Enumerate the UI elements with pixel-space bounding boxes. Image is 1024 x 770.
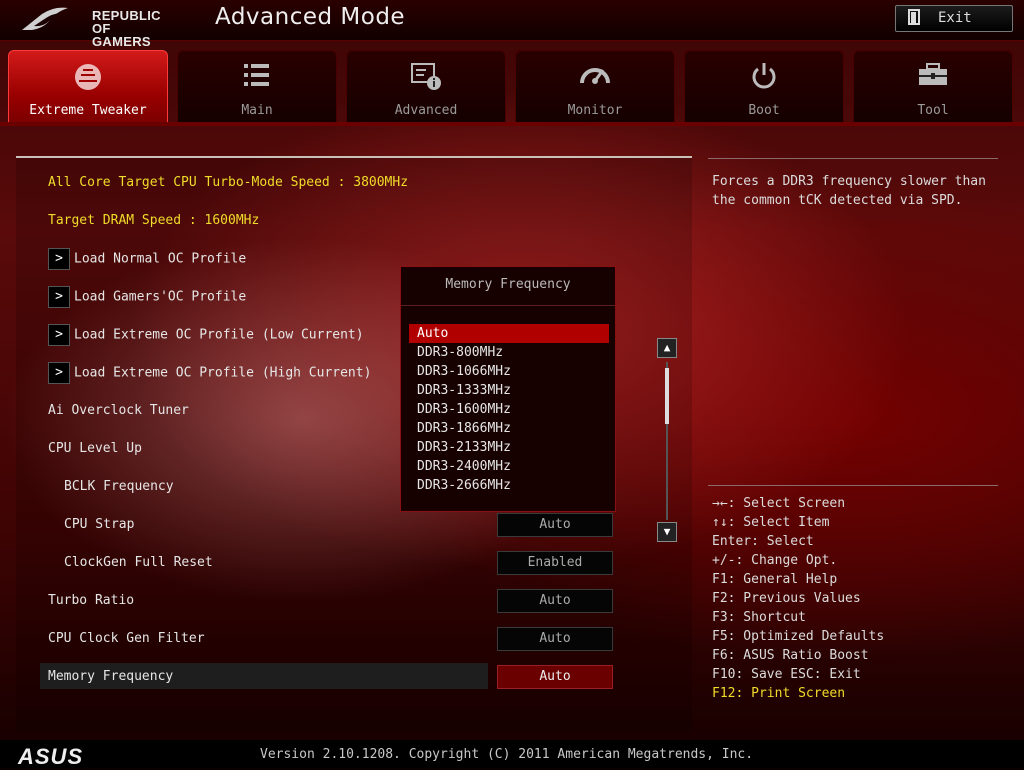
rog-logo: REPUBLIC OF GAMERS — [20, 4, 180, 48]
option-ddr3-1066[interactable]: DDR3-1066MHz — [409, 362, 609, 381]
gauge-icon — [516, 61, 674, 95]
logo-text: REPUBLIC OF GAMERS — [92, 9, 180, 48]
key-hint: +/-: Change Opt. — [712, 553, 838, 568]
tab-main[interactable]: Main — [177, 50, 337, 122]
target-dram-speed: Target DRAM Speed : 1600MHz — [48, 213, 260, 228]
bclk-frequency[interactable]: BCLK Frequency — [64, 479, 174, 494]
key-hint: ↑↓: Select Item — [712, 515, 830, 530]
memory-frequency-popup: Memory Frequency Auto DDR3-800MHz DDR3-1… — [400, 266, 616, 512]
page-title: Advanced Mode — [215, 4, 406, 30]
submenu-arrow-icon: > — [48, 248, 70, 270]
clockgen-full-reset-label: ClockGen Full Reset — [64, 555, 213, 570]
load-normal-oc-profile[interactable]: > Load Normal OC Profile — [48, 248, 246, 270]
logo-line1: REPUBLIC OF — [92, 8, 161, 36]
tab-label: Extreme Tweaker — [29, 103, 147, 118]
power-icon — [685, 61, 843, 95]
popup-divider — [401, 305, 615, 306]
tab-extreme-tweaker[interactable]: Extreme Tweaker — [8, 50, 168, 124]
tab-monitor[interactable]: Monitor — [515, 50, 675, 122]
tab-label: Main — [241, 103, 273, 118]
option-ddr3-1333[interactable]: DDR3-1333MHz — [409, 381, 609, 400]
memory-frequency-value[interactable]: Auto — [497, 665, 613, 689]
submenu-arrow-icon: > — [48, 362, 70, 384]
tweaker-icon — [9, 61, 167, 97]
option-ddr3-1600[interactable]: DDR3-1600MHz — [409, 400, 609, 419]
scrollbar-thumb[interactable] — [665, 368, 669, 424]
item-label: Load Gamers'OC Profile — [74, 289, 247, 305]
scroll-down-arrow-icon[interactable]: ▼ — [657, 522, 677, 542]
key-hint: F6: ASUS Ratio Boost — [712, 648, 869, 663]
submenu-arrow-icon: > — [48, 286, 70, 308]
key-legend: →←: Select Screen ↑↓: Select Item Enter:… — [712, 494, 884, 703]
key-hint: Enter: Select — [712, 534, 814, 549]
option-ddr3-1866[interactable]: DDR3-1866MHz — [409, 419, 609, 438]
toolbox-icon — [854, 61, 1012, 93]
cpu-level-up[interactable]: CPU Level Up — [48, 441, 142, 456]
help-divider-bottom — [708, 485, 998, 486]
load-gamers-oc-profile[interactable]: > Load Gamers'OC Profile — [48, 286, 246, 308]
option-auto[interactable]: Auto — [409, 324, 609, 343]
load-extreme-oc-low[interactable]: > Load Extreme OC Profile (Low Current) — [48, 324, 364, 346]
exit-button[interactable]: Exit — [895, 5, 1013, 32]
cpu-strap-value[interactable]: Auto — [497, 513, 613, 537]
item-label: Load Extreme OC Profile (High Current) — [74, 365, 372, 381]
memory-frequency-label[interactable]: Memory Frequency — [48, 669, 173, 684]
item-label: Load Normal OC Profile — [74, 251, 247, 267]
key-hint: →←: Select Screen — [712, 496, 846, 511]
item-label: Load Extreme OC Profile (Low Current) — [74, 327, 364, 343]
tab-label: Advanced — [394, 103, 458, 118]
tab-tool[interactable]: Tool — [853, 50, 1013, 122]
logo-line2: GAMERS — [92, 34, 151, 49]
key-hint: F1: General Help — [712, 572, 838, 587]
option-ddr3-2400[interactable]: DDR3-2400MHz — [409, 457, 609, 476]
header-bar: REPUBLIC OF GAMERS Advanced Mode Exit — [0, 0, 1024, 48]
option-ddr3-2666[interactable]: DDR3-2666MHz — [409, 476, 609, 495]
clockgen-full-reset-value[interactable]: Enabled — [497, 551, 613, 575]
cpu-clock-gen-filter-label: CPU Clock Gen Filter — [48, 631, 205, 646]
key-hint: F10: Save ESC: Exit — [712, 667, 861, 682]
exit-label: Exit — [938, 10, 972, 26]
help-description: Forces a DDR3 frequency slower than the … — [712, 174, 986, 208]
list-icon — [178, 61, 336, 93]
scroll-up-arrow-icon[interactable]: ▲ — [657, 338, 677, 358]
turbo-ratio-value[interactable]: Auto — [497, 589, 613, 613]
tab-label: Tool — [917, 103, 949, 118]
popup-option-list: Auto DDR3-800MHz DDR3-1066MHz DDR3-1333M… — [409, 324, 609, 495]
ai-overclock-tuner[interactable]: Ai Overclock Tuner — [48, 403, 189, 418]
tab-underbar — [0, 122, 1024, 126]
tab-boot[interactable]: Boot — [684, 50, 844, 122]
rog-eye-icon — [22, 7, 68, 30]
key-hint: F2: Previous Values — [712, 591, 861, 606]
key-hint-print-screen: F12: Print Screen — [712, 686, 846, 701]
option-ddr3-2133[interactable]: DDR3-2133MHz — [409, 438, 609, 457]
key-hint: F5: Optimized Defaults — [712, 629, 885, 644]
version-text: Version 2.10.1208. Copyright (C) 2011 Am… — [260, 747, 754, 762]
submenu-arrow-icon: > — [48, 324, 70, 346]
advanced-icon — [347, 61, 505, 95]
turbo-ratio-label: Turbo Ratio — [48, 593, 135, 608]
tab-label: Monitor — [567, 103, 623, 118]
option-ddr3-800[interactable]: DDR3-800MHz — [409, 343, 609, 362]
tab-advanced[interactable]: Advanced — [346, 50, 506, 122]
tab-label: Boot — [748, 103, 780, 118]
asus-logo: ASUS — [18, 744, 84, 769]
help-divider-top — [708, 158, 998, 159]
popup-title: Memory Frequency — [445, 277, 571, 292]
cpu-clock-gen-filter-value[interactable]: Auto — [497, 627, 613, 651]
load-extreme-oc-high[interactable]: > Load Extreme OC Profile (High Current) — [48, 362, 371, 384]
key-hint: F3: Shortcut — [712, 610, 806, 625]
exit-door-icon — [908, 9, 922, 29]
all-core-turbo-speed: All Core Target CPU Turbo-Mode Speed : 3… — [48, 175, 409, 190]
cpu-strap-label: CPU Strap — [64, 517, 135, 532]
